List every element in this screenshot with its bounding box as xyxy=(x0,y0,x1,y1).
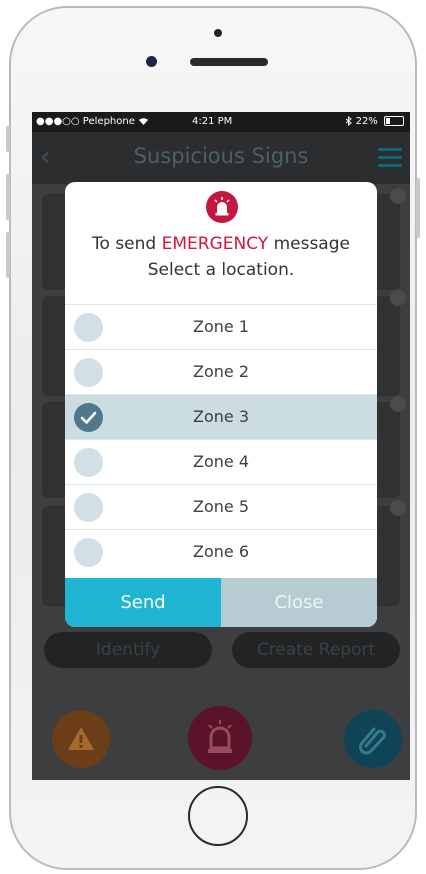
emergency-fab xyxy=(188,706,252,770)
status-bar: ●●●○○ Pelephone 4:21 PM 22% xyxy=(32,112,410,132)
status-time: 4:21 PM xyxy=(192,116,233,127)
wifi-icon xyxy=(139,117,149,125)
create-report-button: Create Report xyxy=(232,632,400,668)
zone-option-6[interactable]: Zone 6 xyxy=(65,529,377,574)
mute-switch xyxy=(6,126,10,152)
earpiece-speaker xyxy=(190,58,268,66)
message-prefix: To send xyxy=(92,234,162,254)
card-dot xyxy=(390,500,406,516)
carrier-wifi: ●●●○○ Pelephone xyxy=(36,112,149,132)
battery-percent: 22% xyxy=(355,116,378,127)
status-right: 22% xyxy=(345,112,404,132)
zone-label: Zone 2 xyxy=(193,362,249,381)
zone-label: Zone 5 xyxy=(193,497,249,516)
front-camera xyxy=(146,56,157,67)
app-bar: ‹ Suspicious Signs xyxy=(32,132,410,184)
zone-option-2[interactable]: Zone 2 xyxy=(65,349,377,394)
card-dot xyxy=(390,290,406,306)
carrier-label: ●●●○○ Pelephone xyxy=(36,116,135,127)
warning-fab xyxy=(52,710,110,768)
emergency-location-dialog: To send EMERGENCY message Select a locat… xyxy=(65,182,377,627)
volume-up-button xyxy=(6,174,10,220)
hamburger-menu-icon[interactable] xyxy=(378,148,402,168)
card-dot xyxy=(390,396,406,412)
zone-option-1[interactable]: Zone 1 xyxy=(65,304,377,349)
send-button[interactable]: Send xyxy=(65,578,221,627)
zone-option-5[interactable]: Zone 5 xyxy=(65,484,377,529)
zone-list: Zone 1 Zone 2 Zone 3 Zone 4 Zone 5 Zone … xyxy=(65,304,377,574)
identify-button: Identify xyxy=(44,632,212,668)
app-bar-title: Suspicious Signs xyxy=(133,144,309,168)
warning-icon xyxy=(68,727,94,750)
zone-option-3[interactable]: Zone 3 xyxy=(65,394,377,439)
card-dot xyxy=(390,188,406,204)
zone-label: Zone 3 xyxy=(193,407,249,426)
dialog-message-line2: Select a location. xyxy=(147,260,295,280)
volume-down-button xyxy=(6,232,10,278)
bluetooth-icon xyxy=(346,115,353,127)
alarm-siren-icon xyxy=(206,191,238,223)
attachment-fab xyxy=(344,710,402,768)
proximity-sensor xyxy=(214,29,222,37)
close-button[interactable]: Close xyxy=(221,578,377,627)
home-button[interactable] xyxy=(188,786,248,846)
dialog-actions: Send Close xyxy=(65,578,377,627)
screen: ●●●○○ Pelephone 4:21 PM 22% ‹ Suspicious… xyxy=(32,112,410,780)
dialog-message-line1: To send EMERGENCY message xyxy=(65,234,377,254)
zone-label: Zone 6 xyxy=(193,542,249,561)
battery-icon xyxy=(384,116,404,126)
zone-option-4[interactable]: Zone 4 xyxy=(65,439,377,484)
message-suffix: message xyxy=(268,234,350,254)
emergency-label: EMERGENCY xyxy=(161,234,269,254)
paperclip-icon xyxy=(359,727,386,755)
power-button xyxy=(416,178,420,238)
zone-label: Zone 1 xyxy=(193,317,249,336)
zone-label: Zone 4 xyxy=(193,452,249,471)
alarm-siren-icon xyxy=(208,720,232,753)
